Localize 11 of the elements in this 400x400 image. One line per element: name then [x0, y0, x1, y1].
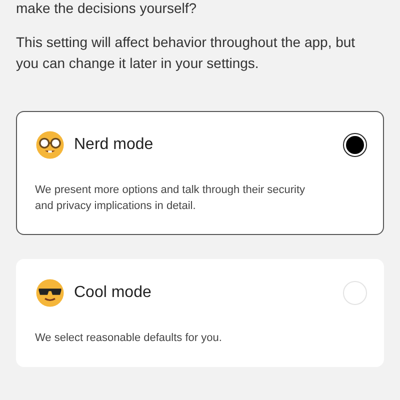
mode-title: Nerd mode — [74, 136, 154, 154]
sunglasses-face-icon — [35, 278, 65, 308]
mode-title: Cool mode — [74, 284, 152, 302]
mode-description: We present more options and talk through their security and privacy implications in detail. — [35, 183, 306, 214]
question-text: make the decisions yourself? — [16, 0, 198, 16]
mode-description: We select reasonable defaults for you. — [35, 331, 223, 346]
radio-button[interactable] — [343, 133, 367, 157]
mode-card[interactable]: Cool mode We select reasonable defaults for you. — [16, 259, 384, 367]
info-text: This setting will affect behavior throughout the app, but you can change it later in your settings. — [16, 33, 356, 73]
nerd-face-icon — [35, 130, 65, 160]
mode-card[interactable]: Nerd mode We present more options and talk through their security and privacy implications in detail. — [16, 111, 384, 235]
